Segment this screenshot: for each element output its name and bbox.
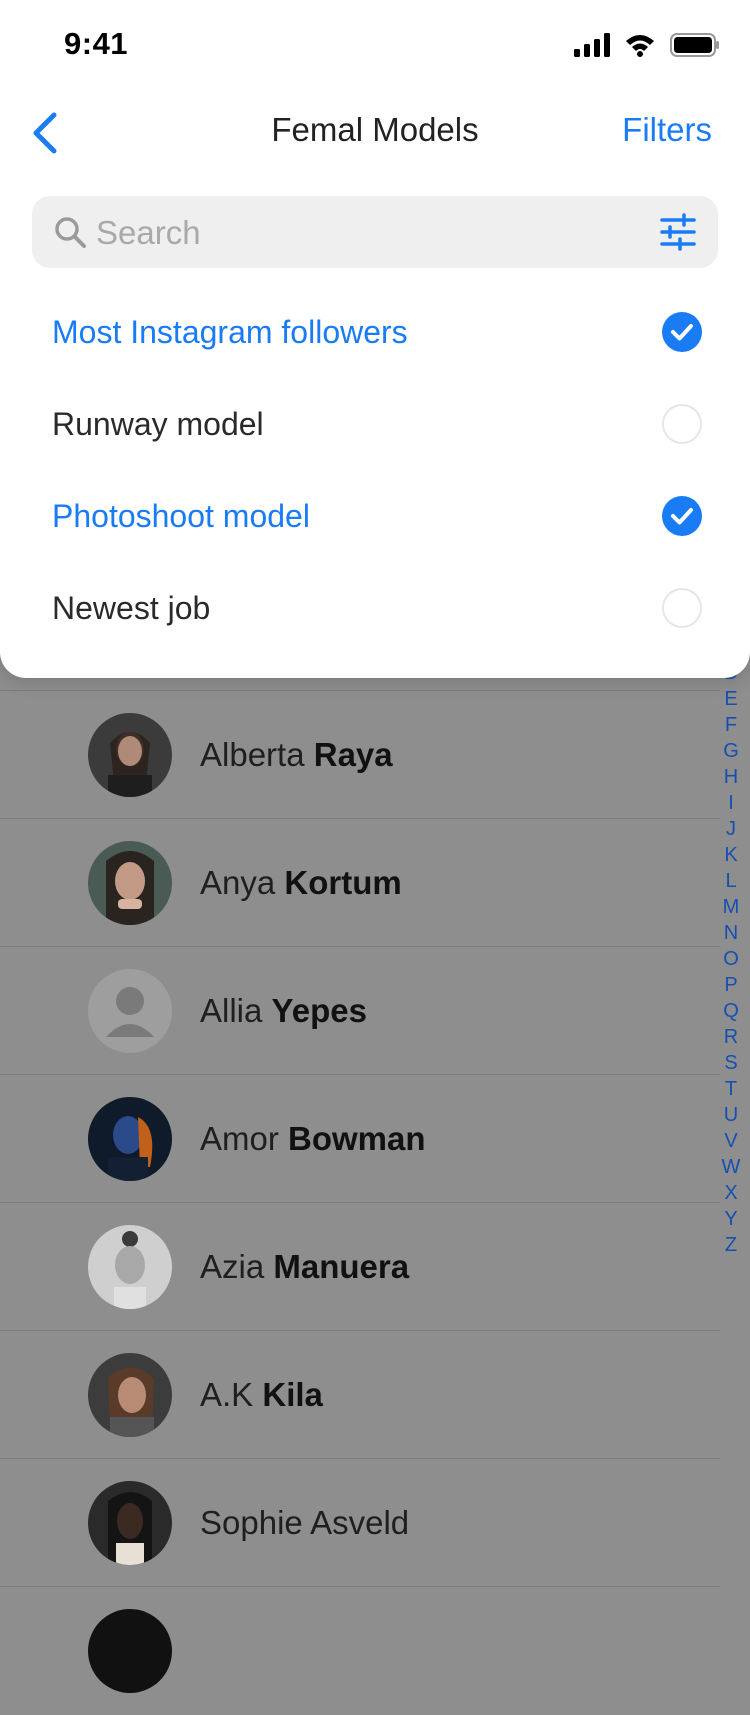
status-time: 9:41: [64, 26, 129, 61]
empty-circle-icon[interactable]: [662, 588, 702, 628]
alphabet-letter[interactable]: F: [718, 712, 744, 738]
avatar: [88, 713, 172, 797]
list-item[interactable]: Anya Kortum: [0, 818, 720, 947]
list-item[interactable]: Amor Bowman: [0, 1074, 720, 1203]
alphabet-letter[interactable]: X: [718, 1180, 744, 1206]
alphabet-letter[interactable]: O: [718, 946, 744, 972]
alphabet-letter[interactable]: H: [718, 764, 744, 790]
option-label: Runway model: [52, 406, 264, 442]
checkmark-icon[interactable]: [662, 312, 702, 352]
list-item[interactable]: A.K Kila: [0, 1330, 720, 1459]
alphabet-letter[interactable]: M: [718, 894, 744, 920]
alphabet-letter[interactable]: S: [718, 1050, 744, 1076]
avatar-placeholder: [88, 969, 172, 1053]
search-bar[interactable]: [32, 196, 718, 270]
option-runway-model[interactable]: Runway model: [0, 378, 750, 470]
empty-circle-icon[interactable]: [662, 404, 702, 444]
option-newest-job[interactable]: Newest job: [0, 562, 750, 654]
list-item[interactable]: [0, 1586, 720, 1715]
alphabet-letter[interactable]: E: [718, 686, 744, 712]
alphabet-letter[interactable]: Z: [718, 1232, 744, 1258]
list-item[interactable]: Sophie Asveld: [0, 1458, 720, 1587]
avatar: [88, 1609, 172, 1693]
avatar: [88, 841, 172, 925]
alphabet-letter[interactable]: U: [718, 1102, 744, 1128]
sliders-icon[interactable]: [658, 212, 698, 252]
alphabet-letter[interactable]: K: [718, 842, 744, 868]
checkmark-icon[interactable]: [662, 496, 702, 536]
list-item[interactable]: Allia Yepes: [0, 946, 720, 1075]
option-photoshoot-model[interactable]: Photoshoot model: [0, 470, 750, 562]
option-label: Photoshoot model: [52, 498, 310, 534]
filters-button[interactable]: Filters: [622, 111, 712, 149]
alphabet-index[interactable]: DEFGHIJKLMNOPQRSTUVWXYZ: [718, 660, 744, 1258]
option-label: Newest job: [52, 590, 211, 626]
avatar: [88, 1225, 172, 1309]
alphabet-letter[interactable]: T: [718, 1076, 744, 1102]
alphabet-letter[interactable]: I: [718, 790, 744, 816]
model-name: Allia Yepes: [200, 992, 367, 1029]
cellular-signal-icon: [574, 32, 610, 62]
status-bar: 9:41: [0, 0, 750, 90]
navigation-bar: Femal Models Filters: [0, 95, 750, 175]
avatar: [88, 1481, 172, 1565]
model-name: Azia Manuera: [200, 1248, 410, 1285]
alphabet-letter[interactable]: V: [718, 1128, 744, 1154]
alphabet-letter[interactable]: R: [718, 1024, 744, 1050]
alphabet-letter[interactable]: W: [718, 1154, 744, 1180]
search-icon: [52, 214, 88, 250]
filter-sheet: 9:41 Femal Models Filters Search Most In…: [0, 0, 750, 678]
model-name: Anya Kortum: [200, 864, 402, 901]
model-name: Amor Bowman: [200, 1120, 426, 1157]
battery-icon: [670, 32, 720, 62]
alphabet-letter[interactable]: P: [718, 972, 744, 998]
chevron-left-icon: [26, 112, 66, 165]
list-item[interactable]: Azia Manuera: [0, 1202, 720, 1331]
list-item[interactable]: Alberta Raya: [0, 690, 720, 819]
option-label: Most Instagram followers: [52, 314, 408, 350]
alphabet-letter[interactable]: G: [718, 738, 744, 764]
alphabet-letter[interactable]: N: [718, 920, 744, 946]
alphabet-letter[interactable]: Y: [718, 1206, 744, 1232]
avatar: [88, 1353, 172, 1437]
model-name: Sophie Asveld: [200, 1504, 410, 1541]
option-most-instagram-followers[interactable]: Most Instagram followers: [0, 286, 750, 378]
model-name: A.K Kila: [200, 1376, 323, 1413]
alphabet-letter[interactable]: Q: [718, 998, 744, 1024]
search-input[interactable]: [94, 196, 638, 270]
avatar: [88, 1097, 172, 1181]
status-icons: [574, 30, 720, 64]
alphabet-letter[interactable]: L: [718, 868, 744, 894]
wifi-icon: [624, 33, 656, 62]
alphabet-letter[interactable]: J: [718, 816, 744, 842]
model-name: Alberta Raya: [200, 736, 393, 773]
